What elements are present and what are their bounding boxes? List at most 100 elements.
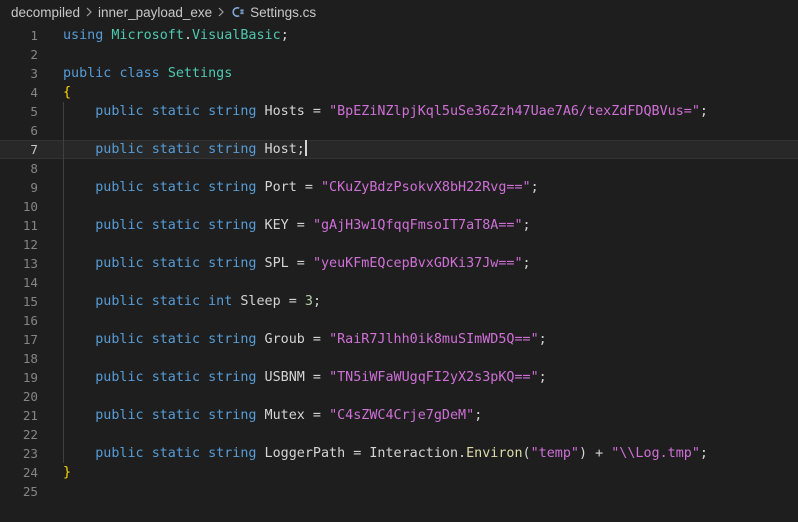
- line-number: 21: [22, 408, 38, 423]
- code-token: "temp": [530, 446, 579, 461]
- breadcrumb-file-settings-cs[interactable]: Settings.cs: [250, 5, 316, 20]
- code-line[interactable]: 8: [0, 159, 798, 178]
- line-number: 6: [30, 123, 38, 138]
- code-token: public: [95, 180, 144, 195]
- code-token: string: [208, 408, 257, 423]
- code-line[interactable]: 5 public static string Hosts = "BpEZiNZl…: [0, 102, 798, 121]
- code-line[interactable]: 19 public static string USBNM = "TN5iWFa…: [0, 368, 798, 387]
- code-token: ;: [699, 446, 708, 461]
- code-text: public static string SPL = "yeuKFmEQcepB…: [63, 254, 530, 273]
- code-line[interactable]: 10: [0, 197, 798, 216]
- breadcrumb-item-decompiled[interactable]: decompiled: [11, 5, 80, 20]
- code-token: using: [63, 28, 104, 43]
- indent-guide: [63, 311, 64, 330]
- code-line[interactable]: 24}: [0, 463, 798, 482]
- line-number: 17: [22, 332, 38, 347]
- code-token: 3: [304, 294, 313, 309]
- code-token: static: [151, 218, 201, 233]
- code-line[interactable]: 9 public static string Port = "CKuZyBdzP…: [0, 178, 798, 197]
- code-token: USBNM =: [256, 370, 330, 385]
- code-token: static: [151, 370, 201, 385]
- code-token: string: [208, 256, 257, 271]
- code-line[interactable]: 25: [0, 482, 798, 501]
- code-token: ;: [538, 332, 547, 347]
- code-token: ;: [474, 408, 483, 423]
- code-token: string: [208, 142, 257, 157]
- line-number: 23: [22, 446, 38, 461]
- code-line[interactable]: 18: [0, 349, 798, 368]
- code-line[interactable]: 15 public static int Sleep = 3;: [0, 292, 798, 311]
- code-line[interactable]: 2: [0, 45, 798, 64]
- code-token: public: [95, 294, 144, 309]
- code-line[interactable]: 13 public static string SPL = "yeuKFmEQc…: [0, 254, 798, 273]
- code-text: public static string Host;: [63, 140, 307, 159]
- code-text: {: [63, 83, 71, 102]
- code-token: static: [151, 104, 201, 119]
- code-line[interactable]: 17 public static string Groub = "RaiR7Jl…: [0, 330, 798, 349]
- code-line[interactable]: 11 public static string KEY = "gAjH3w1Qf…: [0, 216, 798, 235]
- code-editor[interactable]: 1 using Microsoft.VisualBasic; 2 3 public cl…: [0, 26, 798, 501]
- code-token: string: [208, 370, 257, 385]
- csharp-icon: [230, 4, 246, 20]
- code-token: Sleep =: [232, 294, 305, 309]
- code-token: LoggerPath = Interaction.: [256, 446, 467, 461]
- chevron-right-icon: [81, 7, 97, 17]
- code-line[interactable]: 22: [0, 425, 798, 444]
- code-token: string: [208, 104, 257, 119]
- line-number: 14: [22, 275, 38, 290]
- code-token: static: [151, 294, 201, 309]
- code-text: public class Settings: [63, 64, 232, 83]
- code-token: KEY =: [256, 218, 313, 233]
- line-number: 18: [22, 351, 38, 366]
- code-line[interactable]: 20: [0, 387, 798, 406]
- code-line[interactable]: 16: [0, 311, 798, 330]
- code-token: public: [95, 332, 144, 347]
- code-line[interactable]: 23 public static string LoggerPath = Int…: [0, 444, 798, 463]
- code-line[interactable]: 3 public class Settings: [0, 64, 798, 83]
- code-text: public static string Hosts = "BpEZiNZlpj…: [63, 102, 708, 121]
- line-number: 2: [30, 47, 38, 62]
- code-token: Mutex =: [256, 408, 330, 423]
- code-text: public static string KEY = "gAjH3w1QfqqF…: [63, 216, 530, 235]
- code-text: public static string Mutex = "C4sZWC4Crj…: [63, 406, 482, 425]
- code-line[interactable]: 7 public static string Host;: [0, 140, 798, 159]
- code-token: ) +: [578, 446, 612, 461]
- code-token: static: [151, 446, 201, 461]
- line-number: 8: [30, 161, 38, 176]
- code-token: static: [151, 408, 201, 423]
- indent-guide: [63, 425, 64, 444]
- code-line[interactable]: 6: [0, 121, 798, 140]
- code-text: public static string LoggerPath = Intera…: [63, 444, 708, 463]
- code-text: }: [63, 463, 71, 482]
- code-token: SPL =: [256, 256, 313, 271]
- code-line[interactable]: 4{: [0, 83, 798, 102]
- breadcrumb: decompiled inner_payload_exe Settings.cs: [0, 0, 798, 24]
- chevron-right-icon: [213, 7, 229, 17]
- code-token: static: [151, 332, 201, 347]
- code-token: Environ: [466, 446, 523, 461]
- indent-guide: [63, 197, 64, 216]
- code-line[interactable]: 1 using Microsoft.VisualBasic;: [0, 26, 798, 45]
- code-token: public: [95, 408, 144, 423]
- code-token: }: [63, 465, 72, 480]
- breadcrumb-item-inner-payload-exe[interactable]: inner_payload_exe: [98, 5, 212, 20]
- code-line[interactable]: 21 public static string Mutex = "C4sZWC4…: [0, 406, 798, 425]
- code-text: public static string Groub = "RaiR7Jlhh0…: [63, 330, 547, 349]
- code-line[interactable]: 14: [0, 273, 798, 292]
- code-line[interactable]: 12: [0, 235, 798, 254]
- code-token: "C4sZWC4Crje7gDeM": [329, 408, 475, 423]
